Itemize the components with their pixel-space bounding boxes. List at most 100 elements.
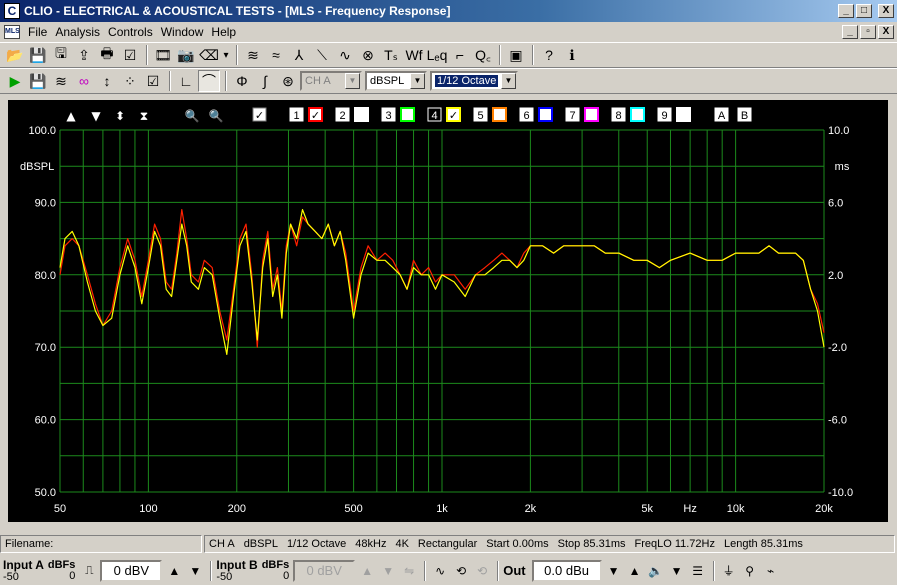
output-level[interactable]: 0.0 dBu [531, 559, 602, 582]
input-b-sensitivity[interactable]: 0 dBV [293, 559, 356, 582]
go-icon[interactable]: ▶ [4, 70, 26, 92]
multi-curve-icon[interactable]: ≋ [50, 70, 72, 92]
toolbar-separator [169, 71, 171, 91]
link-ab-icon[interactable]: ⇋ [399, 560, 419, 582]
multimeter-icon[interactable]: ⊗ [357, 44, 379, 66]
units-select-value: dBSPL [370, 75, 405, 87]
check-icon: ✓ [255, 109, 264, 122]
chart-svg[interactable]: 50.0 -10.0 60.0 -6.0 70.0 -2.0 80.0 2.0 90.0 6.0 1… [8, 100, 888, 522]
loop-icon[interactable]: ⟲ [451, 560, 471, 582]
info-icon[interactable]: ℹ [561, 44, 583, 66]
chevron-down-icon: ▼ [345, 73, 360, 89]
smooth-icon[interactable]: ⌒ [198, 70, 220, 92]
phase-icon[interactable]: Φ [231, 70, 253, 92]
monitor-icon[interactable]: ▣ [505, 44, 527, 66]
y-tick-label: 50.0 [35, 487, 56, 499]
y-right-tick-label: -6.0 [828, 415, 847, 427]
mdi-close-button[interactable]: X [878, 25, 894, 39]
decrease-b-button[interactable]: ▼ [378, 560, 398, 582]
maximize-button[interactable]: □ [856, 4, 872, 18]
x-tick-label: 2k [525, 503, 537, 515]
close-button[interactable]: X [878, 4, 894, 18]
channel-select[interactable]: CH A ▼ [300, 71, 362, 91]
speaker-icon[interactable]: 🔈 [646, 560, 666, 582]
notes-icon[interactable]: ☑ [142, 70, 164, 92]
menu-bar: MLS File Analysis Controls Window Help _… [0, 22, 897, 42]
reference-label-a: A [718, 110, 726, 122]
microphone-icon[interactable]: ⚲ [740, 560, 760, 582]
marker-icon[interactable]: ↕ [96, 70, 118, 92]
mdi-restore-button[interactable]: ▫ [860, 25, 876, 39]
settings-icon[interactable]: ⊛ [277, 70, 299, 92]
sine-icon[interactable]: ∿ [334, 44, 356, 66]
autorange-a-icon[interactable]: ⎍ [79, 560, 99, 582]
overlay-checkbox-2 [354, 107, 369, 122]
decrease-a-button[interactable]: ▼ [185, 560, 205, 582]
overlay-number-3: 3 [385, 110, 391, 122]
camera-icon[interactable]: 📷 [175, 44, 197, 66]
impulse-icon[interactable]: ⅄ [288, 44, 310, 66]
open-folder-icon[interactable]: 📂 [4, 44, 26, 66]
menu-file[interactable]: File [24, 25, 51, 39]
menu-window[interactable]: Window [157, 25, 208, 39]
cursor-icon[interactable]: ⁘ [119, 70, 141, 92]
x-tick-label: 500 [344, 503, 362, 515]
print-icon[interactable]: 🖶 [96, 44, 118, 66]
output-down-button[interactable]: ▼ [667, 560, 687, 582]
status-rate: 48kHz [355, 538, 387, 550]
y-right-tick-label: -10.0 [828, 487, 853, 499]
signal-generator-icon[interactable]: ∿ [430, 560, 450, 582]
wf-icon[interactable]: Wf [403, 44, 425, 66]
x-tick-label: 20k [815, 503, 833, 515]
toolbar-separator [146, 45, 148, 65]
smoothing-select[interactable]: 1/12 Octave ▼ [430, 71, 518, 91]
y-tick-label: 90.0 [35, 197, 56, 209]
save-icon[interactable]: 💾 [27, 44, 49, 66]
export-icon[interactable]: ⇪ [73, 44, 95, 66]
menu-help[interactable]: Help [207, 25, 240, 39]
frequency-response-graph[interactable]: 50.0 -10.0 60.0 -6.0 70.0 -2.0 80.0 2.0 90.0 6.0 1… [8, 100, 888, 522]
units-select[interactable]: dBSPL ▼ [365, 71, 427, 91]
eraser-icon[interactable]: ⌫ [198, 44, 220, 66]
loop-b-icon[interactable]: ⟲ [472, 560, 492, 582]
input-b-label: Input B -50 [216, 559, 257, 583]
measurement-info: CH A dBSPL 1/12 Octave 48kHz 4K Rectangu… [204, 535, 895, 553]
phantom-power-icon[interactable]: ⏚ [719, 560, 739, 582]
overlay-number-1: 1 [293, 110, 299, 122]
probe-icon[interactable]: ⌁ [761, 560, 781, 582]
input-a-dbfs: dBFs 0 [48, 559, 76, 582]
notes-icon[interactable]: ☑ [119, 44, 141, 66]
help-icon[interactable]: ? [538, 44, 560, 66]
increase-a-button[interactable]: ▲ [164, 560, 184, 582]
output-increase-button[interactable]: ▲ [625, 560, 645, 582]
minimize-button[interactable]: _ [838, 4, 854, 18]
y-right-axis-unit-label: ms [835, 161, 850, 173]
dropdown-icon[interactable]: ▾ [221, 44, 231, 66]
input-a-sensitivity[interactable]: 0 dBV [100, 559, 163, 582]
scope-icon[interactable]: 🎞 [152, 44, 174, 66]
save-as-icon[interactable]: 🖫 [50, 44, 72, 66]
staircase-icon[interactable]: ⌐ [449, 44, 471, 66]
output-decrease-button[interactable]: ▼ [604, 560, 624, 582]
integrate-icon[interactable]: ∫ [254, 70, 276, 92]
leq-icon[interactable]: Lₑq [426, 44, 448, 66]
x-tick-label: 50 [54, 503, 66, 515]
loop-icon[interactable]: ∞ [73, 70, 95, 92]
equalizer-icon[interactable]: ☰ [688, 560, 708, 582]
waveform-icon[interactable]: ≋ [242, 44, 264, 66]
axis-icon[interactable]: ∟ [175, 70, 197, 92]
document-icon[interactable]: MLS [4, 25, 20, 39]
save-icon[interactable]: 💾 [27, 70, 49, 92]
ts-icon[interactable]: Tₛ [380, 44, 402, 66]
menu-analysis[interactable]: Analysis [51, 25, 104, 39]
qc-icon[interactable]: Q꜀ [472, 44, 494, 66]
input-a-zero: 0 [69, 569, 76, 582]
analysis-toolbar: ▶ 💾 ≋ ∞ ↕ ⁘ ☑ ∟ ⌒ Φ ∫ ⊛ CH A ▼ dBSPL ▼ 1/12 Octave … [0, 68, 897, 94]
y-tick-label: 80.0 [35, 270, 56, 282]
increase-b-button[interactable]: ▲ [357, 560, 377, 582]
mdi-minimize-button[interactable]: _ [842, 25, 858, 39]
spectrum-icon[interactable]: ≈ [265, 44, 287, 66]
menu-controls[interactable]: Controls [104, 25, 157, 39]
toolbar-separator [499, 45, 501, 65]
step-icon[interactable]: ⟍ [311, 44, 333, 66]
